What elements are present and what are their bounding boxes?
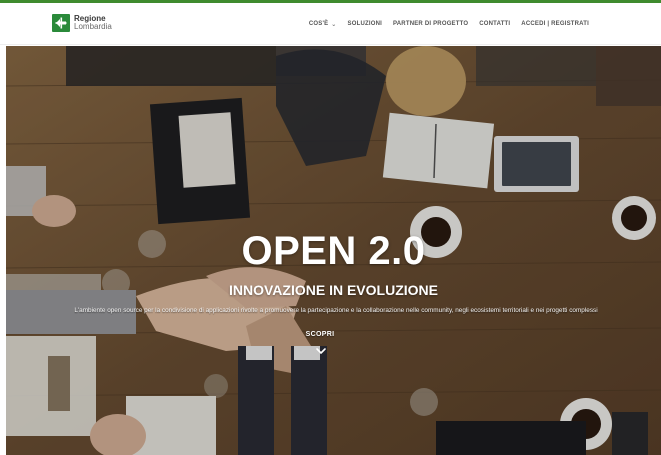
chevron-down-icon[interactable] xyxy=(315,346,327,356)
nav-item-label: CONTATTI xyxy=(479,21,511,27)
hero-subtitle: INNOVAZIONE IN EVOLUZIONE xyxy=(229,282,438,298)
nav-item-contatti[interactable]: CONTATTI xyxy=(479,21,510,27)
nav-item-soluzioni[interactable]: SOLUZIONI xyxy=(348,21,382,27)
nav-item-label: ACCEDI | REGISTRATI xyxy=(521,21,589,27)
logo-text: Regione Lombardia xyxy=(74,15,112,31)
nav-item-label: COS'È xyxy=(308,21,329,27)
nav-item-accedi-registrati[interactable]: ACCEDI | REGISTRATI xyxy=(521,21,589,27)
nav-item-partner-di-progetto[interactable]: PARTNER DI PROGETTO xyxy=(393,21,468,27)
logo-line-2: Lombardia xyxy=(74,22,112,31)
nav-item-label: SOLUZIONI xyxy=(347,21,382,27)
site-header: Regione Lombardia COS'È ⌄ SOLUZIONI PART… xyxy=(0,3,661,45)
nav-item-label: PARTNER DI PROGETTO xyxy=(393,21,469,27)
chevron-down-icon: ⌄ xyxy=(331,21,337,28)
main-nav: COS'È ⌄ SOLUZIONI PARTNER DI PROGETTO CO… xyxy=(298,3,589,45)
scopri-button[interactable]: SCOPRI xyxy=(293,331,347,338)
hero-description: L'ambiente open source per la condivisio… xyxy=(74,307,598,314)
regione-lombardia-logo-icon xyxy=(52,14,70,32)
nav-item-cos-e[interactable]: COS'È ⌄ xyxy=(309,21,337,28)
brand-logo[interactable]: Regione Lombardia xyxy=(52,14,112,32)
hero-title: OPEN 2.0 xyxy=(241,229,426,273)
hero-section: OPEN 2.0 INNOVAZIONE IN EVOLUZIONE L'amb… xyxy=(6,46,661,455)
